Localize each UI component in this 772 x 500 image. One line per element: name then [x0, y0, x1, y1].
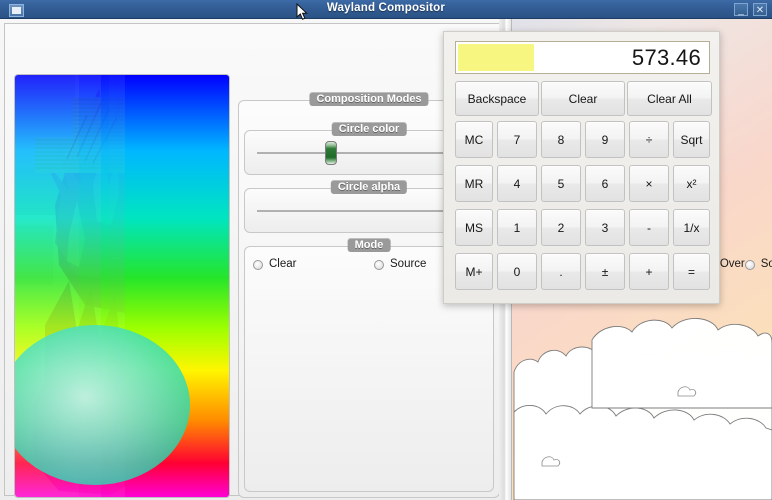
calc-key-ms[interactable]: MS — [455, 209, 493, 246]
window-content-area: Composition Modes Circle color Circle al… — [0, 19, 512, 500]
composition-modes-title: Composition Modes — [309, 92, 428, 106]
calc-key-7[interactable]: 7 — [497, 121, 537, 158]
calc-key-3[interactable]: 3 — [585, 209, 625, 246]
composition-preview-canvas[interactable] — [14, 74, 230, 498]
calc-key-sqrt[interactable]: Sqrt — [673, 121, 710, 158]
circle-color-title: Circle color — [332, 122, 407, 136]
calc-key-x-[interactable]: x² — [673, 165, 710, 202]
calc-key-minus[interactable]: - — [629, 209, 669, 246]
calc-key-plus[interactable]: + — [629, 253, 669, 290]
close-button[interactable]: ✕ — [753, 3, 767, 16]
radio-indicator-icon — [374, 260, 384, 270]
calc-key-mr[interactable]: MR — [455, 165, 493, 202]
circle-color-slider-handle[interactable] — [325, 141, 337, 165]
mode-radio-label: Source — [390, 259, 426, 271]
screen: Wayland Compositor _ ✕ — [0, 0, 772, 500]
window-title: Wayland Compositor — [0, 2, 772, 14]
window-inner-frame: Composition Modes Circle color Circle al… — [4, 23, 507, 496]
window-titlebar[interactable]: Wayland Compositor _ ✕ — [0, 0, 772, 19]
calc-key-1[interactable]: 1 — [497, 209, 537, 246]
calc-key-mc[interactable]: MC — [455, 121, 493, 158]
calculator-display-value: 573.46 — [632, 45, 701, 71]
mode-title: Mode — [348, 238, 391, 252]
calc-key-multiply[interactable]: × — [629, 165, 669, 202]
calc-button-clear-all[interactable]: Clear All — [627, 81, 712, 116]
mode-radio-clear[interactable]: Clear — [253, 254, 374, 275]
calc-key-9[interactable]: 9 — [585, 121, 625, 158]
calc-key-equals[interactable]: = — [673, 253, 710, 290]
calc-key-2[interactable]: 2 — [541, 209, 581, 246]
calc-key-divide[interactable]: ÷ — [629, 121, 669, 158]
calc-button-clear[interactable]: Clear — [541, 81, 625, 116]
calculator-selection-highlight — [458, 44, 534, 71]
calc-key-4[interactable]: 4 — [497, 165, 537, 202]
calc-key-decimal[interactable]: . — [541, 253, 581, 290]
calc-button-backspace[interactable]: Backspace — [455, 81, 539, 116]
minimize-button[interactable]: _ — [734, 3, 748, 16]
calc-key-8[interactable]: 8 — [541, 121, 581, 158]
mode-radio-label: Clear — [269, 259, 296, 271]
calc-key-0[interactable]: 0 — [497, 253, 537, 290]
calculator-window: 573.46 BackspaceClearClear All MC789÷Sqrt… — [443, 31, 720, 304]
calc-key-6[interactable]: 6 — [585, 165, 625, 202]
calc-key-plusminusminus[interactable]: ± — [585, 253, 625, 290]
radio-indicator-icon — [253, 260, 263, 270]
mode-radio-label: Source In — [761, 259, 772, 271]
circle-alpha-title: Circle alpha — [331, 180, 407, 194]
calc-key-1-over-x[interactable]: 1/x — [673, 209, 710, 246]
radio-indicator-icon — [745, 260, 755, 270]
calculator-display[interactable]: 573.46 — [455, 41, 710, 74]
calc-key-mplus[interactable]: M+ — [455, 253, 493, 290]
calc-key-5[interactable]: 5 — [541, 165, 581, 202]
mode-radio-source-in[interactable]: Source In — [745, 254, 772, 275]
